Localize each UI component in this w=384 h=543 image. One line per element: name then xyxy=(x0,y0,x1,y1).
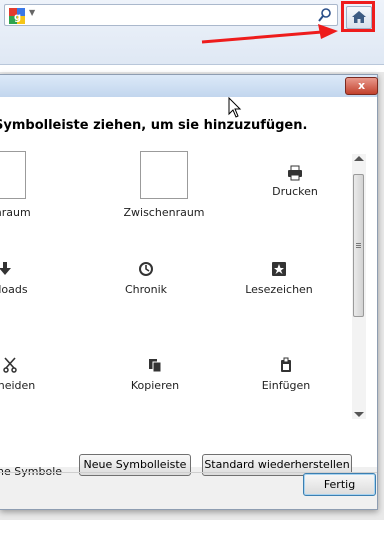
palette-item-label: Zwischenraum xyxy=(123,206,205,219)
scroll-thumb[interactable] xyxy=(353,174,364,317)
toolbar-item-palette: ▸▏ schenraum Zwischenraum Drucken xyxy=(0,147,350,437)
bookmarks-icon xyxy=(272,262,286,276)
palette-item-label: Chronik xyxy=(124,283,168,296)
svg-text:g: g xyxy=(14,12,21,23)
palette-item-copy[interactable]: Kopieren xyxy=(95,357,215,392)
google-icon[interactable]: g xyxy=(9,8,25,24)
palette-item-label: schenraum xyxy=(0,206,31,219)
chevron-down-icon[interactable]: ▼ xyxy=(29,8,35,17)
paste-icon xyxy=(281,357,291,372)
copy-icon xyxy=(149,359,162,373)
magnifier-icon[interactable] xyxy=(317,7,333,23)
customize-toolbar-dialog: x Symbolleiste ziehen, um sie hinzuzufüg… xyxy=(0,74,378,510)
palette-item-label: wnloads xyxy=(0,283,28,296)
palette-item-paste[interactable]: Einfügen xyxy=(226,357,346,392)
mouse-cursor-icon xyxy=(228,97,242,118)
printer-icon xyxy=(288,165,302,181)
palette-item-cut[interactable]: chneiden xyxy=(0,357,70,392)
palette-item-print[interactable]: Drucken xyxy=(235,165,350,198)
palette-item-bookmarks[interactable]: Lesezeichen xyxy=(219,261,339,296)
scissors-icon xyxy=(3,357,17,373)
separator-icon: ▸▏ xyxy=(0,151,26,199)
palette-item-label: Drucken xyxy=(272,185,318,198)
dialog-content: Symbolleiste ziehen, um sie hinzuzufügen… xyxy=(0,97,377,478)
home-icon xyxy=(352,11,366,23)
palette-item-downloads[interactable]: wnloads xyxy=(0,261,65,296)
scroll-down-arrow-icon[interactable] xyxy=(354,412,364,417)
palette-item-label: chneiden xyxy=(0,379,36,392)
search-bar[interactable]: g ▼ xyxy=(4,4,338,26)
download-icon xyxy=(0,262,11,275)
home-button-highlight xyxy=(341,1,375,32)
palette-scrollbar[interactable] xyxy=(352,154,366,419)
palette-item-label: Kopieren xyxy=(130,379,180,392)
done-button[interactable]: Fertig xyxy=(303,473,376,496)
palette-item-history[interactable]: Chronik xyxy=(86,261,206,296)
close-button[interactable]: x xyxy=(345,77,378,95)
annotation-arrow xyxy=(201,24,338,44)
spacer-icon xyxy=(140,151,188,199)
history-icon xyxy=(139,262,153,276)
instruction-text: Symbolleiste ziehen, um sie hinzuzufügen… xyxy=(0,118,308,133)
palette-item-label: Einfügen xyxy=(261,379,311,392)
browser-toolbar: g ▼ xyxy=(0,0,384,65)
dialog-titlebar[interactable]: x xyxy=(0,75,378,97)
scroll-up-arrow-icon[interactable] xyxy=(354,156,364,161)
home-button[interactable] xyxy=(346,6,372,29)
palette-item-label: Lesezeichen xyxy=(245,283,313,296)
